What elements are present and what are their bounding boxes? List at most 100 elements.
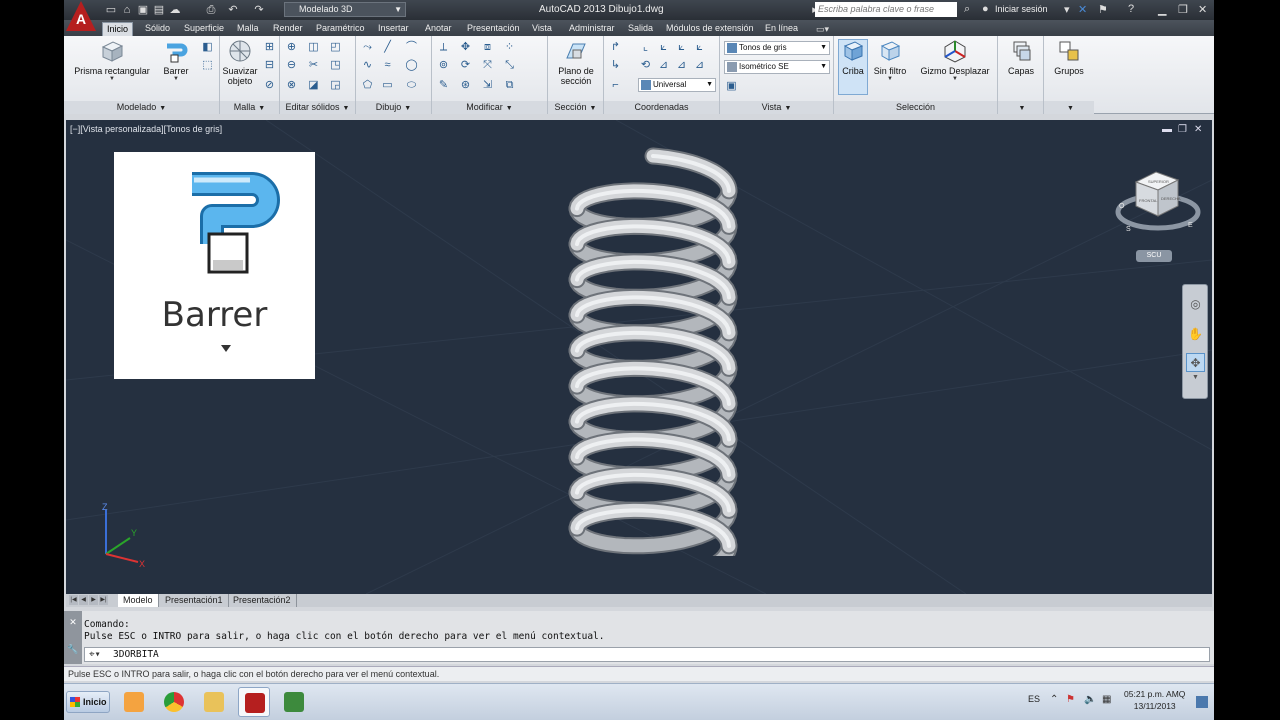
tab-inicio[interactable]: Inicio (102, 22, 134, 36)
close-icon[interactable]: ✕ (1198, 3, 1207, 16)
signin-link[interactable]: Iniciar sesión (995, 4, 1048, 14)
separate-icon[interactable]: ◳ (328, 58, 343, 73)
viewport-controls-label[interactable]: [−][Vista personalizada][Tonos de gris] (70, 124, 222, 134)
language-indicator[interactable]: ES (1028, 694, 1040, 704)
last-layout-icon[interactable]: ▶| (99, 595, 108, 605)
grupos-button[interactable]: Grupos (1048, 38, 1090, 76)
show-desktop-button[interactable] (1196, 696, 1208, 708)
ucs-origin-icon[interactable]: ↳ (608, 58, 623, 73)
open-file-icon[interactable]: ⌂ (120, 3, 134, 17)
ucs-y-icon[interactable]: ⟀ (674, 40, 689, 55)
panel-title-seccion[interactable]: Sección ▼ (548, 101, 603, 114)
region-icon[interactable]: ⬠ (360, 78, 375, 93)
restore-viewport-icon[interactable]: ❐ (1178, 124, 1187, 135)
mesh-box-icon[interactable]: ⊞ (262, 40, 277, 55)
mirror-icon[interactable]: ⧈ (480, 40, 495, 55)
start-button[interactable]: Inicio (66, 691, 110, 713)
drawing-viewport[interactable]: [−][Vista personalizada][Tonos de gris] … (66, 120, 1212, 594)
helix-spring[interactable] (556, 136, 756, 556)
system-clock[interactable]: 05:21 p.m. AMQ 13/11/2013 (1124, 688, 1185, 712)
fillet-edge-icon[interactable]: ◪ (306, 78, 321, 93)
spline-icon[interactable]: ∿ (360, 58, 375, 73)
arc-icon[interactable]: ⌒ (404, 40, 419, 55)
presspull-icon[interactable]: ⬚ (200, 58, 215, 73)
ucs-view-icon[interactable]: ⌐ (608, 78, 623, 93)
thicken-icon[interactable]: ◲ (328, 78, 343, 93)
helix-icon[interactable]: ≈ (380, 58, 395, 73)
minimize-viewport-icon[interactable]: ▬ (1162, 124, 1172, 135)
help-icon[interactable]: ? (1128, 3, 1134, 15)
panel-title-vista[interactable]: Vista ▼ (720, 101, 833, 114)
rotate-3d-icon[interactable]: ⟳ (458, 58, 473, 73)
union-icon[interactable]: ⊕ (284, 40, 299, 55)
chevron-down-icon[interactable]: ▾ (1064, 3, 1070, 16)
scale-icon[interactable]: ⤡ (502, 58, 517, 73)
tab-salida[interactable]: Salida (624, 22, 657, 36)
criba-button-label[interactable]: Criba (838, 38, 868, 76)
prisma-rectangular-button[interactable]: Prisma rectangular ▼ (72, 38, 152, 82)
close-viewport-icon[interactable]: ✕ (1194, 124, 1202, 135)
tab-en-linea[interactable]: En línea (761, 22, 802, 36)
erase-icon[interactable]: ✎ (436, 78, 451, 93)
save-as-icon[interactable]: ▤ (152, 3, 166, 17)
help-search-input[interactable]: Escriba palabra clave o frase (815, 2, 957, 17)
layout-tab-presentacion1[interactable]: Presentación1 (160, 594, 229, 607)
tab-malla[interactable]: Malla (233, 22, 263, 36)
mesh-refine-icon[interactable]: ⊟ (262, 58, 277, 73)
pan-hand-icon[interactable]: ✋ (1186, 325, 1205, 344)
minimize-icon[interactable]: ▁ (1158, 3, 1166, 16)
steering-wheel-icon[interactable]: ◎ (1186, 295, 1205, 314)
workspace-select[interactable]: Modelado 3D ▼ (284, 2, 406, 17)
viewcube[interactable]: SUPERIOR FRONTAL DERECHA O S E (1112, 160, 1202, 250)
panel-title-malla[interactable]: Malla ▼ (220, 101, 279, 114)
tab-administrar[interactable]: Administrar (565, 22, 619, 36)
binoculars-icon[interactable]: ⌕ (964, 3, 970, 16)
command-input[interactable]: ⌖▾ 3DORBITA (84, 647, 1210, 662)
cloud-icon[interactable]: ☁ (168, 3, 182, 17)
layout-tab-modelo[interactable]: Modelo (118, 594, 159, 607)
tab-modulos[interactable]: Módulos de extensión (662, 22, 758, 36)
viewport-config-icon[interactable]: ▣ (724, 79, 739, 94)
new-file-icon[interactable]: ▭ (104, 3, 118, 17)
array-icon[interactable]: ⁘ (502, 40, 517, 55)
community-icon[interactable]: ⚑ (1098, 3, 1108, 16)
orbit-icon[interactable]: ✥ (1186, 353, 1205, 372)
slice-icon[interactable]: ✂ (306, 58, 321, 73)
tab-superficie[interactable]: Superficie (180, 22, 228, 36)
tab-vista[interactable]: Vista (528, 22, 556, 36)
panel-title-modificar[interactable]: Modificar ▼ (432, 101, 547, 114)
ucs-z-icon[interactable]: ⟀ (692, 40, 707, 55)
intersect-icon[interactable]: ⊗ (284, 78, 299, 93)
visual-style-combo[interactable]: Tonos de gris ▼ (724, 41, 830, 55)
extrude-icon[interactable]: ◧ (200, 40, 215, 55)
circle-icon[interactable]: ◯ (404, 58, 419, 73)
extract-edges-icon[interactable]: ◫ (306, 40, 321, 55)
sin-filtro-button[interactable]: Sin filtro ▼ (872, 38, 908, 82)
taskbar-autocad[interactable] (238, 687, 270, 717)
ucs-x-icon[interactable]: ⟀ (656, 40, 671, 55)
tab-anotar[interactable]: Anotar (421, 22, 456, 36)
ucs-previous-icon[interactable]: ⟲ (638, 58, 653, 73)
tab-parametrico[interactable]: Paramétrico (312, 22, 369, 36)
tab-solido[interactable]: Sólido (141, 22, 174, 36)
tab-render[interactable]: Render (269, 22, 307, 36)
taskbar-media-player[interactable] (118, 687, 150, 717)
ucs-face-icon[interactable]: ⊿ (674, 58, 689, 73)
taskbar-explorer[interactable] (198, 687, 230, 717)
trim-icon[interactable]: ⟂ (436, 40, 451, 55)
show-hidden-icons-icon[interactable]: ⌃ (1050, 694, 1058, 705)
exchange-icon[interactable]: ✕ (1078, 3, 1087, 16)
rectangle-icon[interactable]: ▭ (380, 78, 395, 93)
ucs-world-icon[interactable]: ⌞ (638, 40, 653, 55)
stretch-icon[interactable]: ⇲ (480, 78, 495, 93)
ucs-icon[interactable]: ↱ (608, 40, 623, 55)
print-icon[interactable]: ⎙ (204, 3, 218, 17)
undo-icon[interactable]: ↶ (226, 3, 240, 17)
next-layout-icon[interactable]: ▶ (89, 595, 98, 605)
plano-seccion-button[interactable]: Plano de sección (550, 38, 602, 86)
ucs-3point-icon[interactable]: ⊿ (656, 58, 671, 73)
action-center-icon[interactable]: ⚑ (1066, 694, 1075, 705)
tab-insertar[interactable]: Insertar (374, 22, 413, 36)
copy-icon[interactable]: ⧉ (502, 78, 517, 93)
ellipse-icon[interactable]: ⬭ (404, 78, 419, 93)
